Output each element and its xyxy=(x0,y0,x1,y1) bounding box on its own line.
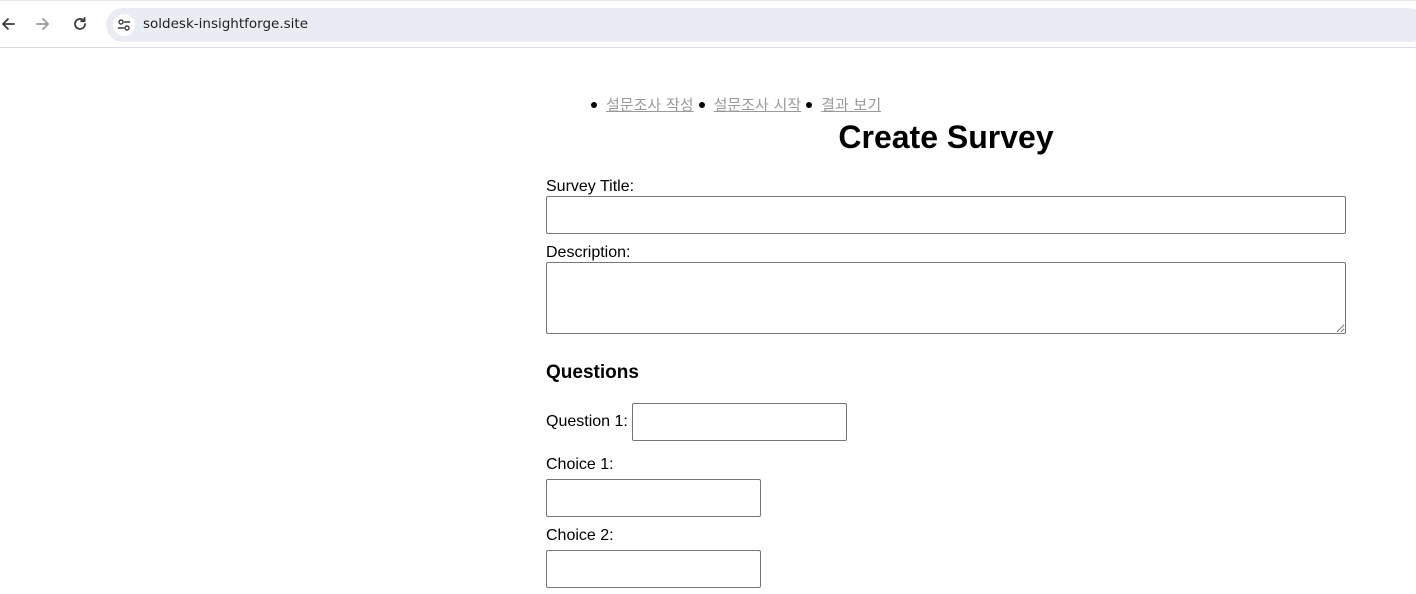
main-nav: 설문조사 작성 설문조사 시작 결과 보기 xyxy=(591,96,901,115)
nav-item-start-survey: 설문조사 시작 xyxy=(698,96,802,115)
choice-2-input[interactable] xyxy=(546,550,761,588)
forward-button[interactable] xyxy=(30,11,56,37)
bullet-icon xyxy=(806,102,813,108)
question-1-label: Question 1: xyxy=(546,413,628,430)
choice-1-label: Choice 1: xyxy=(546,456,614,473)
nav-link-start-survey[interactable]: 설문조사 시작 xyxy=(714,96,802,114)
questions-heading: Questions xyxy=(546,362,639,383)
choice-2-label: Choice 2: xyxy=(546,527,614,544)
description-textarea[interactable] xyxy=(546,262,1346,334)
nav-item-view-results: 결과 보기 xyxy=(806,96,881,115)
back-button[interactable] xyxy=(0,11,21,37)
address-bar[interactable]: soldesk-insightforge.site xyxy=(106,8,1416,42)
bullet-icon xyxy=(591,102,597,108)
reload-icon xyxy=(74,16,86,30)
nav-item-create-survey: 설문조사 작성 xyxy=(591,96,694,115)
browser-toolbar: soldesk-insightforge.site xyxy=(0,0,1416,48)
site-settings-icon xyxy=(117,19,131,31)
page-title: Create Survey xyxy=(838,119,1054,155)
arrow-right-icon xyxy=(36,18,49,30)
choice-1-input[interactable] xyxy=(546,479,761,517)
nav-link-view-results[interactable]: 결과 보기 xyxy=(821,96,881,114)
survey-title-input[interactable] xyxy=(546,196,1346,234)
reload-button[interactable] xyxy=(67,11,93,37)
arrow-left-icon xyxy=(2,18,15,30)
description-label: Description: xyxy=(546,244,631,261)
survey-title-label: Survey Title: xyxy=(546,178,635,195)
page-content: 설문조사 작성 설문조사 시작 결과 보기 Create Survey Surv… xyxy=(0,48,1416,594)
url-text[interactable]: soldesk-insightforge.site xyxy=(143,16,308,32)
bullet-icon xyxy=(698,102,705,108)
nav-link-create-survey[interactable]: 설문조사 작성 xyxy=(606,96,694,114)
site-settings-button[interactable] xyxy=(113,14,135,36)
question-1-input[interactable] xyxy=(632,403,847,441)
